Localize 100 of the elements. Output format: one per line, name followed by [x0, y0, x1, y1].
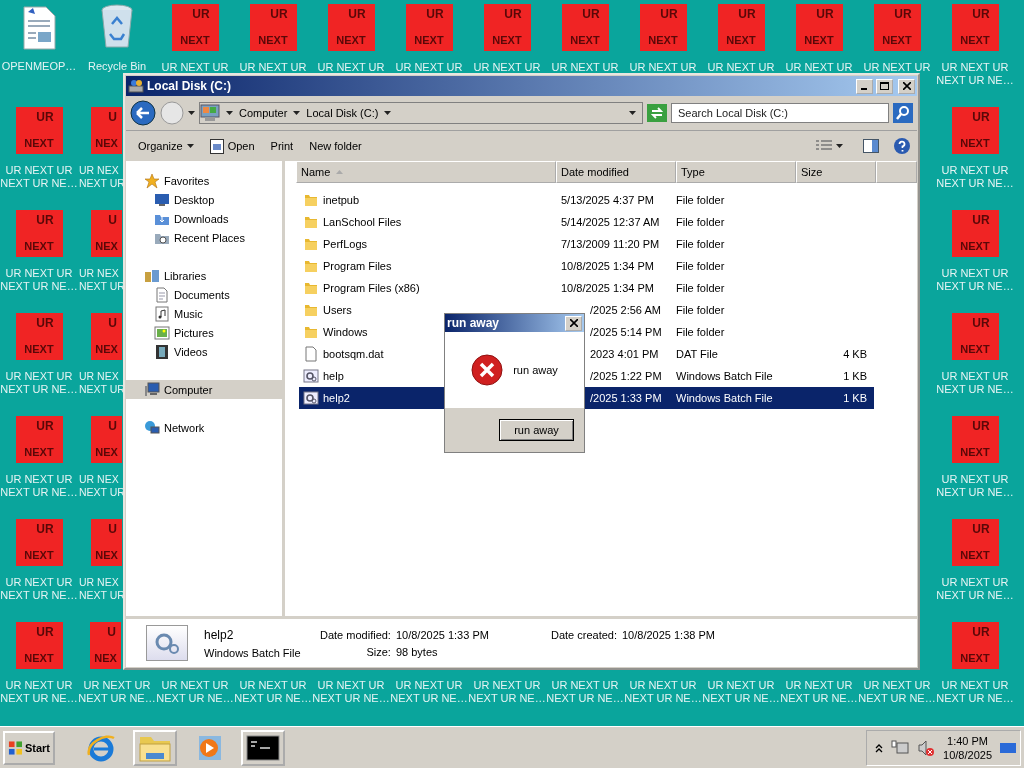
- column-header[interactable]: Date modified: [556, 161, 676, 183]
- file-name[interactable]: inetpub: [323, 194, 360, 206]
- file-name[interactable]: help: [323, 370, 344, 382]
- folder-icon: [303, 192, 319, 208]
- nav-item[interactable]: Desktop: [126, 190, 282, 209]
- icon-label: NEXT UR NE…: [390, 692, 468, 705]
- date-cell-text: 7/13/2009 11:20 PM: [560, 238, 661, 250]
- search-icon[interactable]: [893, 103, 913, 123]
- icon-label: NEXT UR NE…: [78, 692, 156, 705]
- column-header[interactable]: Name: [296, 161, 556, 183]
- icon-label: UR NEXT UR: [395, 61, 463, 74]
- nav-item[interactable]: Videos: [126, 342, 282, 361]
- back-icon[interactable]: [130, 100, 156, 126]
- breadcrumb-item[interactable]: Local Disk (C:): [306, 107, 379, 119]
- volume-muted-icon[interactable]: [917, 738, 936, 757]
- icon-label: UR NEXT UR: [941, 164, 1009, 177]
- file-name[interactable]: Users: [323, 304, 352, 316]
- icon-label: UR NEXT UR: [941, 267, 1009, 280]
- folder-icon: [303, 324, 319, 340]
- icon-label: NEXT UR NE…: [702, 692, 780, 705]
- icon-label: NEXT UR NE…: [0, 280, 78, 293]
- help-icon[interactable]: [893, 137, 911, 155]
- column-header[interactable]: Type: [676, 161, 796, 183]
- refresh-icon[interactable]: [647, 104, 667, 122]
- icon-label: UR NEXT UR: [941, 679, 1009, 692]
- details-label: Date created:: [550, 628, 617, 641]
- icon-label: UR NEX: [79, 370, 119, 383]
- icon-label: NEXT UR NE…: [156, 692, 234, 705]
- gear-window-icon: [303, 368, 319, 384]
- details-label: Date modified:: [320, 628, 391, 641]
- open-button[interactable]: Open: [203, 135, 261, 157]
- icon-label: UR NEX: [79, 576, 119, 589]
- nav-item[interactable]: Music: [126, 304, 282, 323]
- close-icon: [569, 319, 578, 327]
- recycle-bin-icon: [100, 4, 134, 50]
- search-field[interactable]: Search Local Disk (C:): [671, 103, 889, 123]
- icon-label: NEXT UR NE…: [546, 692, 624, 705]
- close-button[interactable]: [565, 315, 582, 331]
- icon-label: UR NEXT UR: [83, 679, 151, 692]
- close-button[interactable]: [898, 78, 915, 94]
- nav-item[interactable]: Computer: [126, 380, 282, 399]
- file-name[interactable]: bootsqm.dat: [323, 348, 384, 360]
- nav-item[interactable]: Downloads: [126, 209, 282, 228]
- preview-pane-icon[interactable]: [863, 139, 879, 153]
- breadcrumb-caret-icon: [226, 110, 233, 116]
- folder-icon: [303, 280, 319, 296]
- clock[interactable]: 1:40 PM 10/8/2025: [943, 733, 992, 762]
- date-cell-text: 10/8/2025 1:34 PM: [560, 282, 655, 294]
- date-cell-text: 5/14/2025 12:37 AM: [560, 216, 661, 228]
- date-cell-text: 10/8/2025 1:34 PM: [560, 260, 655, 272]
- start-button[interactable]: Start: [3, 730, 55, 765]
- toolbar-button[interactable]: Print: [264, 137, 300, 155]
- toolbar-button[interactable]: New folder: [303, 137, 368, 155]
- file-name[interactable]: PerfLogs: [323, 238, 368, 250]
- chevron-up-icon[interactable]: [875, 742, 884, 753]
- maximize-button[interactable]: [876, 78, 893, 94]
- folder-icon: [303, 236, 319, 252]
- icon-label: UR NEXT UR: [473, 61, 541, 74]
- file-name[interactable]: Program Files (x86): [323, 282, 420, 294]
- batch-file-icon: [146, 625, 188, 661]
- music-icon: [154, 305, 170, 322]
- file-name[interactable]: Windows: [323, 326, 368, 338]
- nav-item[interactable]: Pictures: [126, 323, 282, 342]
- window-title: Local Disk (C:): [147, 79, 232, 93]
- dropdown-caret-icon: [629, 110, 636, 116]
- breadcrumb-item[interactable]: Computer: [239, 107, 288, 119]
- icon-label: NEXT UR NE…: [936, 383, 1014, 396]
- type-cell-text: File folder: [676, 260, 726, 272]
- nav-item[interactable]: Recent Places: [126, 228, 282, 247]
- star-icon: [144, 172, 160, 189]
- nav-item[interactable]: Documents: [126, 285, 282, 304]
- organize-menu[interactable]: Organize: [132, 137, 200, 155]
- icon-label: Recycle Bin: [87, 60, 147, 73]
- drive-icon: [128, 78, 144, 94]
- icon-label: UR NEXT UR: [707, 679, 775, 692]
- icon-label: UR NEXT UR: [5, 473, 73, 486]
- icon-label: UR NEXT UR: [863, 61, 931, 74]
- icon-label: NEXT UR NE…: [312, 692, 390, 705]
- dialog-button[interactable]: run away: [499, 419, 574, 441]
- history-caret-icon: [188, 110, 195, 116]
- type-cell-text: File folder: [676, 238, 726, 250]
- view-caret-icon: [836, 143, 843, 149]
- icon-label: UR NEXT UR: [551, 679, 619, 692]
- computer-icon: [200, 104, 220, 122]
- file-name[interactable]: Program Files: [323, 260, 392, 272]
- nav-item[interactable]: Libraries: [126, 266, 282, 285]
- address-bar[interactable]: Computer Local Disk (C:): [199, 102, 643, 124]
- nav-item[interactable]: Network: [126, 418, 282, 437]
- minimize-button[interactable]: [856, 78, 873, 94]
- column-header[interactable]: Size: [796, 161, 876, 183]
- file-name[interactable]: LanSchool Files: [323, 216, 402, 228]
- date-cell-text: /2025 1:22 PM: [589, 370, 663, 382]
- browser-icon[interactable]: [86, 732, 116, 763]
- icon-label: NEXT UR NE…: [936, 74, 1014, 87]
- type-cell-text: File folder: [676, 326, 726, 338]
- file-name[interactable]: help2: [323, 392, 350, 404]
- show-desktop-icon[interactable]: [1000, 740, 1016, 755]
- network-icon[interactable]: [891, 739, 910, 756]
- nav-item[interactable]: Favorites: [126, 171, 282, 190]
- details-value: 10/8/2025 1:33 PM: [395, 628, 490, 641]
